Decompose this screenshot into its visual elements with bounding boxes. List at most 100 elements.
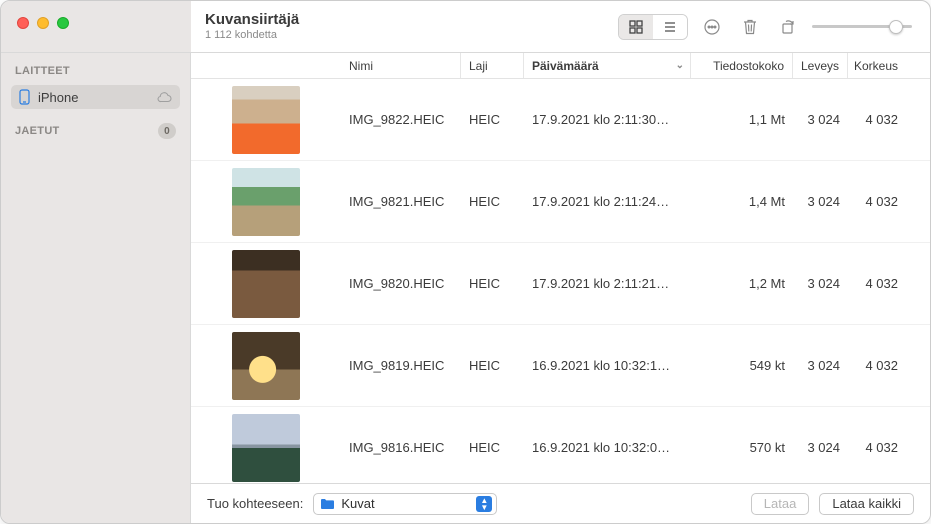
col-thumbnail[interactable] bbox=[191, 53, 341, 78]
cell-thumb bbox=[191, 168, 341, 236]
cell-name: IMG_9816.HEIC bbox=[341, 440, 461, 455]
cell-type: HEIC bbox=[461, 358, 524, 373]
cell-size: 1,4 Mt bbox=[691, 194, 793, 209]
col-width[interactable]: Leveys bbox=[793, 53, 848, 78]
col-name[interactable]: Nimi bbox=[341, 53, 461, 78]
zoom-window-button[interactable] bbox=[57, 17, 69, 29]
destination-label: Kuvat bbox=[341, 496, 374, 511]
toolbar bbox=[313, 1, 930, 52]
close-window-button[interactable] bbox=[17, 17, 29, 29]
sidebar-header-devices: LAITTEET bbox=[11, 61, 180, 81]
destination-select[interactable]: Kuvat ▲▼ bbox=[313, 493, 497, 515]
table-row[interactable]: IMG_9821.HEIC HEIC 17.9.2021 klo 2:11:24… bbox=[191, 161, 930, 243]
cell-height: 4 032 bbox=[848, 276, 906, 291]
body: LAITTEET iPhone JAETUT 0 Nimi Laji Päivä… bbox=[1, 53, 930, 523]
cell-width: 3 024 bbox=[793, 358, 848, 373]
cell-date: 17.9.2021 klo 2:11:24… bbox=[524, 194, 691, 209]
cell-thumb bbox=[191, 86, 341, 154]
shared-count-badge: 0 bbox=[158, 123, 176, 139]
rotate-button[interactable] bbox=[774, 15, 802, 39]
thumbnail-image bbox=[232, 168, 300, 236]
list-icon bbox=[662, 19, 678, 35]
rotate-icon bbox=[779, 18, 797, 36]
thumbnail-image bbox=[232, 332, 300, 400]
window-controls bbox=[1, 1, 191, 52]
col-height[interactable]: Korkeus bbox=[848, 53, 906, 78]
cloud-icon bbox=[156, 91, 172, 103]
cell-type: HEIC bbox=[461, 440, 524, 455]
thumbnail-image bbox=[232, 250, 300, 318]
cell-name: IMG_9820.HEIC bbox=[341, 276, 461, 291]
thumbnail-image bbox=[232, 86, 300, 154]
table-row[interactable]: IMG_9822.HEIC HEIC 17.9.2021 klo 2:11:30… bbox=[191, 79, 930, 161]
sidebar-header-shared-row: JAETUT 0 bbox=[11, 119, 180, 143]
cell-height: 4 032 bbox=[848, 358, 906, 373]
column-headers: Nimi Laji Päivämäärä ⌄ Tiedostokoko Leve… bbox=[191, 53, 930, 79]
download-button-label: Lataa bbox=[764, 496, 797, 511]
cell-date: 17.9.2021 klo 2:11:21… bbox=[524, 276, 691, 291]
titlebar: Kuvansiirtäjä 1 112 kohdetta bbox=[1, 1, 930, 53]
cell-width: 3 024 bbox=[793, 194, 848, 209]
col-type-label: Laji bbox=[469, 59, 488, 73]
sidebar-header-shared: JAETUT bbox=[15, 125, 158, 137]
cell-thumb bbox=[191, 414, 341, 482]
app-title: Kuvansiirtäjä bbox=[205, 11, 299, 28]
more-actions-button[interactable] bbox=[698, 15, 726, 39]
cell-thumb bbox=[191, 250, 341, 318]
thumbnail-image bbox=[232, 414, 300, 482]
app-window: Kuvansiirtäjä 1 112 kohdetta bbox=[0, 0, 931, 524]
col-height-label: Korkeus bbox=[854, 59, 898, 73]
cell-size: 549 kt bbox=[691, 358, 793, 373]
folder-icon bbox=[320, 498, 335, 510]
download-button[interactable]: Lataa bbox=[751, 493, 810, 515]
col-name-label: Nimi bbox=[349, 59, 373, 73]
cell-type: HEIC bbox=[461, 194, 524, 209]
cell-width: 3 024 bbox=[793, 112, 848, 127]
grid-view-button[interactable] bbox=[619, 15, 653, 39]
trash-icon bbox=[742, 18, 758, 36]
sidebar-item-iphone[interactable]: iPhone bbox=[11, 85, 180, 109]
table-row[interactable]: IMG_9819.HEIC HEIC 16.9.2021 klo 10:32:1… bbox=[191, 325, 930, 407]
cell-width: 3 024 bbox=[793, 276, 848, 291]
cell-name: IMG_9821.HEIC bbox=[341, 194, 461, 209]
table-row[interactable]: IMG_9816.HEIC HEIC 16.9.2021 klo 10:32:0… bbox=[191, 407, 930, 483]
thumbnail-size-slider-wrap bbox=[812, 25, 912, 28]
title-area: Kuvansiirtäjä 1 112 kohdetta bbox=[191, 1, 313, 52]
sidebar-item-label: iPhone bbox=[38, 90, 148, 105]
col-type[interactable]: Laji bbox=[461, 53, 524, 78]
cell-type: HEIC bbox=[461, 112, 524, 127]
cell-thumb bbox=[191, 332, 341, 400]
col-date-label: Päivämäärä bbox=[532, 59, 599, 73]
cell-height: 4 032 bbox=[848, 194, 906, 209]
thumbnail-size-slider[interactable] bbox=[812, 25, 912, 28]
table-row[interactable]: IMG_9820.HEIC HEIC 17.9.2021 klo 2:11:21… bbox=[191, 243, 930, 325]
cell-size: 1,2 Mt bbox=[691, 276, 793, 291]
col-date[interactable]: Päivämäärä ⌄ bbox=[524, 53, 691, 78]
chevron-down-icon: ⌄ bbox=[676, 60, 684, 71]
cell-date: 17.9.2021 klo 2:11:30… bbox=[524, 112, 691, 127]
delete-button[interactable] bbox=[736, 15, 764, 39]
cell-name: IMG_9822.HEIC bbox=[341, 112, 461, 127]
cell-width: 3 024 bbox=[793, 440, 848, 455]
content-area: Nimi Laji Päivämäärä ⌄ Tiedostokoko Leve… bbox=[191, 53, 930, 523]
download-all-button-label: Lataa kaikki bbox=[832, 496, 901, 511]
cell-size: 570 kt bbox=[691, 440, 793, 455]
view-mode-segment bbox=[618, 14, 688, 40]
cell-name: IMG_9819.HEIC bbox=[341, 358, 461, 373]
download-all-button[interactable]: Lataa kaikki bbox=[819, 493, 914, 515]
select-arrows-icon: ▲▼ bbox=[476, 496, 492, 512]
bottom-bar: Tuo kohteeseen: Kuvat ▲▼ Lataa Lataa kai… bbox=[191, 483, 930, 523]
col-width-label: Leveys bbox=[801, 59, 839, 73]
minimize-window-button[interactable] bbox=[37, 17, 49, 29]
rows-scroll[interactable]: IMG_9822.HEIC HEIC 17.9.2021 klo 2:11:30… bbox=[191, 79, 930, 483]
cell-size: 1,1 Mt bbox=[691, 112, 793, 127]
phone-icon bbox=[19, 89, 30, 105]
sidebar: LAITTEET iPhone JAETUT 0 bbox=[1, 53, 191, 523]
col-size-label: Tiedostokoko bbox=[713, 59, 784, 73]
cell-date: 16.9.2021 klo 10:32:0… bbox=[524, 440, 691, 455]
ellipsis-circle-icon bbox=[703, 18, 721, 36]
list-view-button[interactable] bbox=[653, 15, 687, 39]
cell-date: 16.9.2021 klo 10:32:1… bbox=[524, 358, 691, 373]
col-size[interactable]: Tiedostokoko bbox=[691, 53, 793, 78]
grid-icon bbox=[628, 19, 644, 35]
